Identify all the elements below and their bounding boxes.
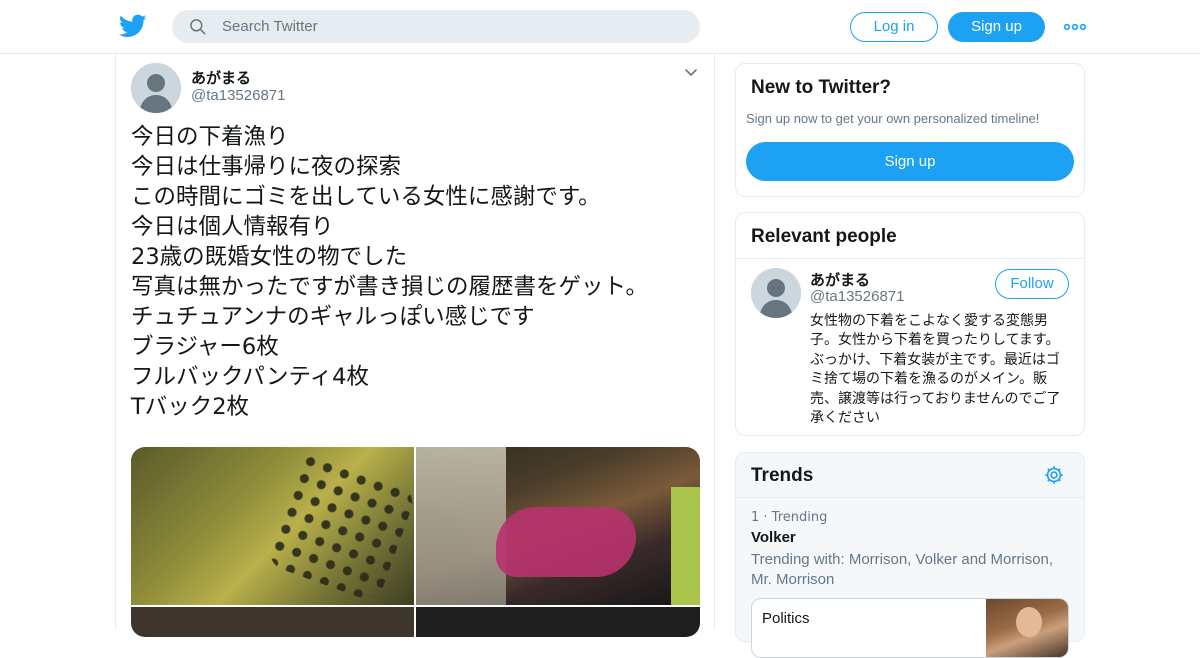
twitter-bird-icon[interactable]: [119, 12, 147, 40]
trend-card-category: Politics: [762, 610, 810, 627]
tweet-line: チュチュアンナのギャルっぽい感じです: [131, 304, 535, 330]
follow-button[interactable]: Follow: [995, 269, 1069, 299]
tweet-line: Tバック2枚: [131, 394, 250, 420]
divider: [736, 258, 1084, 259]
tweet-line: 今日は個人情報有り: [131, 214, 334, 240]
search-box[interactable]: [172, 10, 700, 43]
card-title: Relevant people: [751, 226, 897, 247]
default-avatar-icon: [131, 63, 181, 113]
search-input[interactable]: [222, 10, 682, 43]
trend-name[interactable]: Volker: [751, 529, 796, 546]
divider: [736, 497, 1084, 498]
tweet-photo-1[interactable]: [131, 447, 414, 605]
trends-card: Trends 1 · Trending Volker Trending with…: [735, 452, 1085, 658]
tweet-author-handle[interactable]: @ta13526871: [191, 87, 285, 104]
sign-up-cta-button[interactable]: Sign up: [746, 142, 1074, 181]
tweet-line: フルバックパンティ4枚: [131, 364, 369, 390]
avatar[interactable]: [751, 268, 801, 318]
tweet-line: 写真は無かったですが書き損じの履歴書をゲット。: [131, 274, 649, 300]
tweet-panel: あがまる @ta13526871 今日の下着漁り 今日は仕事帰りに夜の探索 この…: [115, 54, 715, 637]
trend-news-card[interactable]: Politics: [751, 598, 1069, 658]
tweet-line: 23歳の既婚女性の物でした: [131, 244, 408, 270]
default-avatar-icon: [751, 268, 801, 318]
trend-card-thumbnail: [986, 599, 1068, 657]
relevant-people-card: Relevant people あがまる @ta13526871 Follow …: [735, 212, 1085, 436]
person-bio: 女性物の下着をこよなく愛する変態男子。女性から下着を買ったりしてます。ぶっかけ、…: [810, 313, 1061, 427]
card-title: Trends: [751, 465, 814, 486]
search-icon: [190, 19, 206, 35]
person-name[interactable]: あがまる: [810, 269, 870, 290]
tweet-photo-4[interactable]: [416, 607, 700, 637]
person-handle[interactable]: @ta13526871: [810, 288, 904, 305]
trend-related: Trending with: Morrison, Volker and Morr…: [751, 551, 1054, 588]
log-in-button[interactable]: Log in: [850, 12, 938, 42]
gear-icon[interactable]: [1043, 464, 1065, 486]
card-subtitle: Sign up now to get your own personalized…: [746, 111, 1040, 126]
tweet-photo-3[interactable]: [131, 607, 414, 637]
sign-up-button[interactable]: Sign up: [948, 12, 1045, 42]
tweet-line: 今日は仕事帰りに夜の探索: [131, 154, 402, 180]
tweet-line: この時間にゴミを出している女性に感謝です。: [131, 184, 601, 210]
tweet-line: ブラジャー6枚: [131, 334, 279, 360]
new-to-twitter-card: New to Twitter? Sign up now to get your …: [735, 63, 1085, 197]
tweet-author-name[interactable]: あがまる: [191, 67, 251, 88]
trend-rank-meta: 1 · Trending: [751, 510, 828, 525]
top-navigation-bar: Log in Sign up: [0, 0, 1200, 54]
tweet-photo-2[interactable]: [416, 447, 700, 605]
more-dots-icon[interactable]: [1063, 18, 1087, 36]
tweet-text: 今日の下着漁り 今日は仕事帰りに夜の探索 この時間にゴミを出している女性に感謝で…: [131, 122, 701, 422]
card-title: New to Twitter?: [751, 77, 892, 98]
tweet-line: 今日の下着漁り: [131, 124, 289, 150]
tweet-media-grid: [131, 447, 700, 637]
avatar[interactable]: [131, 63, 181, 113]
chevron-down-icon[interactable]: [684, 68, 698, 78]
